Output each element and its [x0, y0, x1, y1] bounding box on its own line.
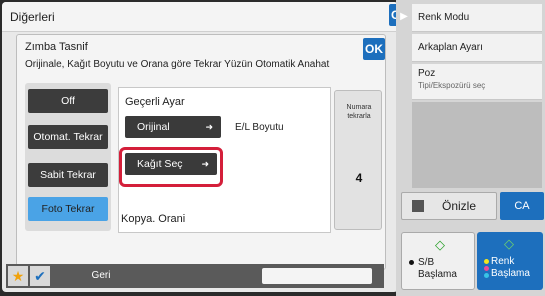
- other-settings-title: Diğerleri: [10, 10, 55, 24]
- other-settings-header: Diğerleri: [2, 2, 398, 32]
- repeat-count-label: Numara tekrarla: [346, 104, 372, 120]
- repeat-count-value: 4: [355, 171, 363, 185]
- current-settings-label: Geçerli Ayar: [125, 96, 185, 108]
- staple-sort-ok-button[interactable]: OK: [363, 38, 385, 60]
- mode-auto-repeat-button[interactable]: Otomat. Tekrar: [28, 125, 108, 149]
- staple-sort-description: Orijinale, Kağıt Boyutu ve Orana göre Te…: [25, 59, 330, 70]
- clear-all-button[interactable]: CA: [500, 192, 544, 220]
- arrow-right-icon: ➜: [201, 159, 209, 169]
- star-icon[interactable]: ★: [8, 266, 28, 286]
- original-button[interactable]: Orijinal ➜: [125, 116, 221, 138]
- bottom-bar: ★ ✔ Geri: [6, 264, 384, 288]
- color-dots-icon: [484, 259, 490, 280]
- start-diamond-icon: ◇: [504, 236, 514, 251]
- preview-label: Önizle: [442, 199, 477, 213]
- paper-select-label: Kağıt Seç: [137, 158, 183, 170]
- repeat-count-box[interactable]: Numara tekrarla 4: [334, 90, 382, 230]
- bw-start-label: S/B Başlama: [418, 257, 457, 280]
- check-icon[interactable]: ✔: [30, 266, 50, 286]
- mode-fixed-repeat-button[interactable]: Sabit Tekrar: [28, 163, 108, 187]
- paper-select-button[interactable]: Kağıt Seç ➜: [125, 153, 217, 175]
- start-diamond-icon: ◇: [435, 237, 445, 252]
- background-setting-label: Arkaplan Ayarı: [418, 42, 483, 53]
- copy-ratio-label: Kopya. Orani: [121, 213, 186, 225]
- arrow-right-icon: ➜: [205, 122, 213, 132]
- panel-expand-icon[interactable]: ▶: [396, 4, 412, 30]
- mode-off-button[interactable]: Off: [28, 89, 108, 113]
- staple-sort-title: Zımba Tasnif: [25, 41, 88, 53]
- mode-photo-repeat-button[interactable]: Foto Tekrar: [28, 197, 108, 221]
- preview-button[interactable]: Önizle: [401, 192, 497, 220]
- color-mode-item[interactable]: Renk Modu: [412, 4, 542, 32]
- exposure-item[interactable]: Poz Tipi/Ekspozürü seç: [412, 64, 542, 100]
- color-start-button[interactable]: ◇ Renk Başlama: [477, 232, 543, 290]
- preview-icon: [412, 200, 424, 212]
- back-button[interactable]: Geri: [66, 267, 136, 285]
- bw-dot-icon: [409, 260, 415, 267]
- original-button-label: Orijinal: [137, 121, 170, 133]
- screen: Diğerleri OK ▶ Renk Modu Arkaplan Ayarı …: [0, 0, 545, 296]
- color-mode-label: Renk Modu: [418, 12, 470, 23]
- exposure-sublabel: Tipi/Ekspozürü seç: [418, 81, 486, 90]
- staple-sort-dialog: Zımba Tasnif Orijinale, Kağıt Boyutu ve …: [16, 34, 386, 270]
- bottom-field: [262, 268, 372, 284]
- background-setting-item[interactable]: Arkaplan Ayarı: [412, 34, 542, 62]
- original-size-value: E/L Boyutu: [235, 122, 284, 133]
- right-panel-empty-area: [412, 102, 542, 188]
- repeat-mode-panel: Off Otomat. Tekrar Sabit Tekrar Foto Tek…: [25, 83, 111, 231]
- color-start-label: Renk Başlama: [491, 256, 530, 279]
- bw-start-button[interactable]: ◇ S/B Başlama: [401, 232, 475, 290]
- exposure-label: Poz: [418, 68, 436, 79]
